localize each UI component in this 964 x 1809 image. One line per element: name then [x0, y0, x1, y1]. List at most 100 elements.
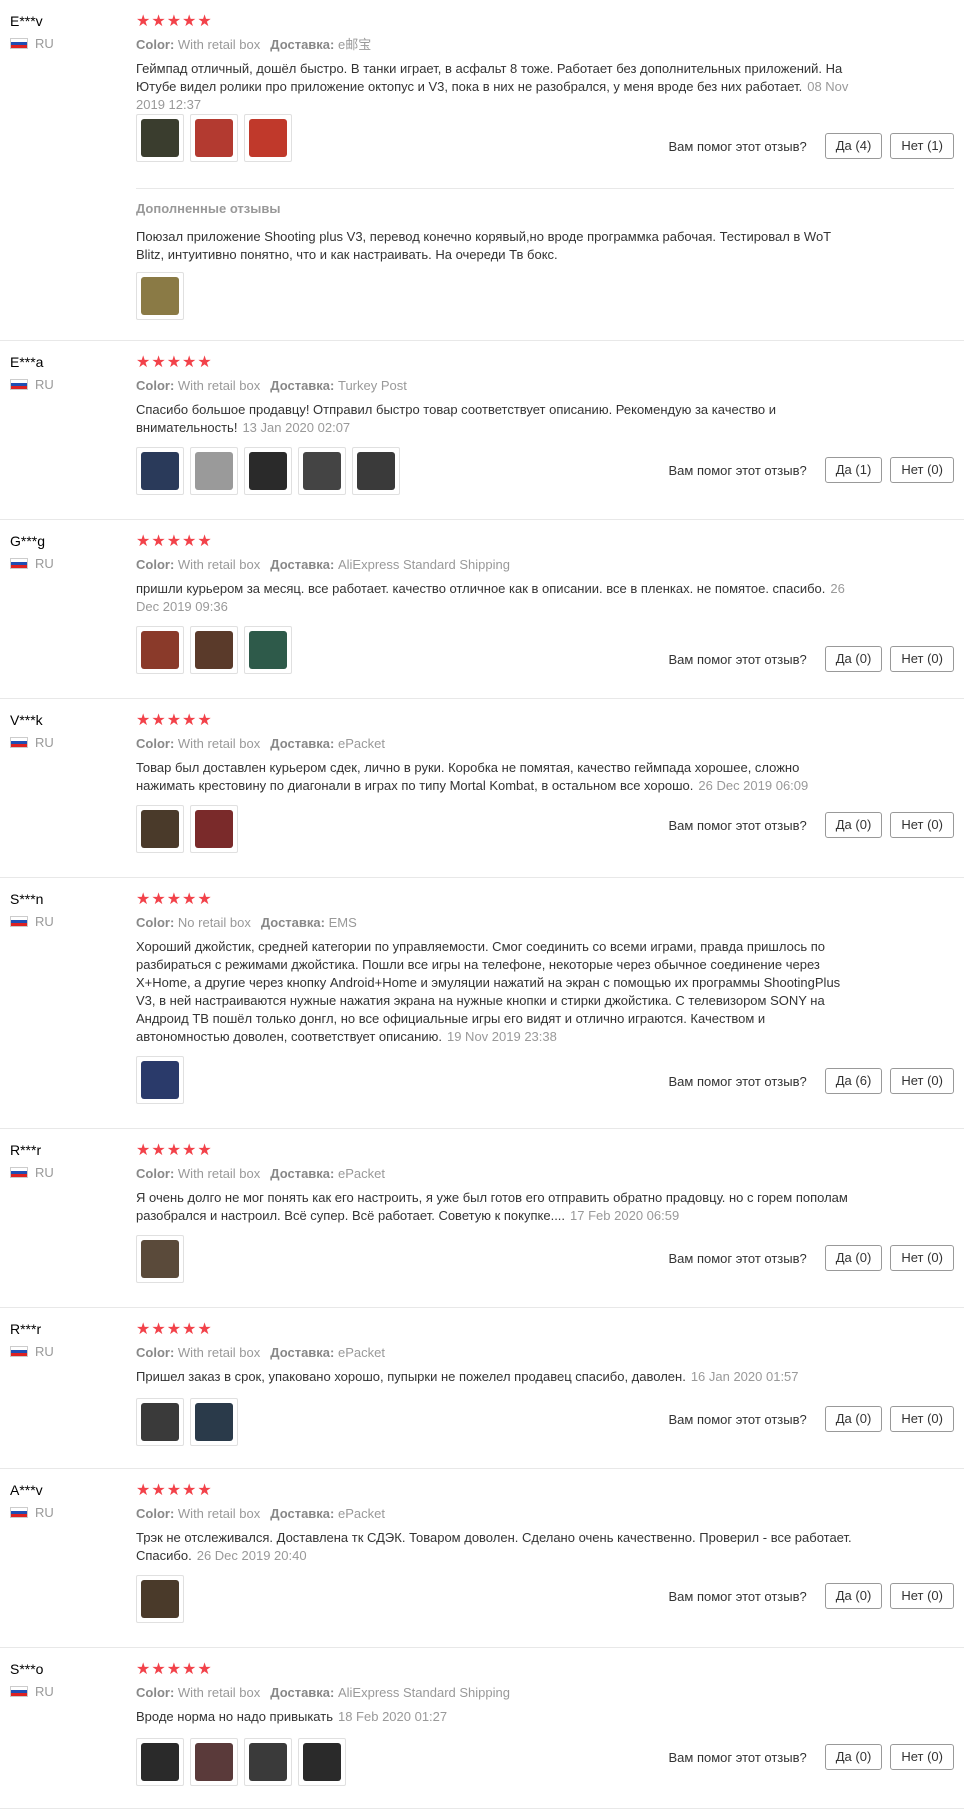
shipping-value: EMS: [328, 915, 357, 930]
country: RU: [10, 556, 54, 571]
review-text: Вроде норма но надо привыкать 18 Feb 2020…: [136, 1708, 856, 1726]
review-photo-thumbnail[interactable]: [244, 114, 292, 162]
helpful-yes-button[interactable]: Да (4): [824, 133, 883, 159]
review-meta: Color: With retail box Доставка: AliExpre…: [136, 556, 954, 574]
helpful-no-button[interactable]: Нет (0): [890, 1068, 954, 1094]
review-photo-thumbnail[interactable]: [190, 447, 238, 495]
no-label: Нет: [901, 651, 924, 666]
yes-count: 0: [859, 1250, 867, 1265]
helpful-no-button[interactable]: Нет (0): [890, 812, 954, 838]
review-photo-thumbnail[interactable]: [136, 1575, 184, 1623]
username[interactable]: R***r: [10, 1320, 54, 1338]
username[interactable]: E***v: [10, 12, 54, 30]
photo-image: [303, 452, 341, 490]
color-label: Color:: [136, 37, 175, 52]
yes-count: 0: [859, 1588, 867, 1603]
review-photo-thumbnail[interactable]: [136, 1738, 184, 1786]
review-date: 17 Feb 2020 06:59: [570, 1208, 680, 1223]
yes-count: 0: [859, 1411, 867, 1426]
helpful-no-button[interactable]: Нет (0): [890, 1583, 954, 1609]
helpful-question: Вам помог этот отзыв?: [668, 817, 807, 833]
username[interactable]: S***o: [10, 1660, 54, 1678]
helpful-no-button[interactable]: Нет (1): [890, 133, 954, 159]
helpful-yes-button[interactable]: Да (0): [824, 812, 883, 838]
star-icon: ★: [151, 1142, 167, 1159]
review-photo-thumbnail[interactable]: [190, 626, 238, 674]
review-photo-thumbnail[interactable]: [190, 1398, 238, 1446]
review-photo-thumbnail[interactable]: [136, 805, 184, 853]
photo-image: [141, 810, 179, 848]
star-rating: ★★★★★: [136, 532, 954, 552]
country: RU: [10, 735, 54, 750]
helpful-yes-button[interactable]: Да (0): [824, 1583, 883, 1609]
review-item: R***r RU ★★★★★ Color: With retail box Достав…: [0, 1308, 964, 1469]
photo-image: [141, 1580, 179, 1618]
no-label: Нет: [901, 1588, 924, 1603]
photo-image: [249, 119, 287, 157]
additional-review-photos: [136, 272, 184, 320]
helpful-yes-button[interactable]: Да (0): [824, 646, 883, 672]
helpful-yes-button[interactable]: Да (1): [824, 457, 883, 483]
helpful-yes-button[interactable]: Да (0): [824, 1744, 883, 1770]
review-photo-thumbnail[interactable]: [244, 1738, 292, 1786]
russia-flag-icon: [10, 737, 28, 748]
review-user: V***k RU: [10, 711, 54, 750]
helpful-no-button[interactable]: Нет (0): [890, 457, 954, 483]
no-label: Нет: [901, 1411, 924, 1426]
star-icon: ★: [197, 1142, 213, 1159]
helpful-no-button[interactable]: Нет (0): [890, 1406, 954, 1432]
country-code: RU: [35, 1344, 54, 1359]
review-photo-thumbnail[interactable]: [352, 447, 400, 495]
review-date: 26 Dec 2019 20:40: [196, 1548, 307, 1563]
review-photo-thumbnail[interactable]: [136, 1056, 184, 1104]
review-photo-thumbnail[interactable]: [136, 114, 184, 162]
review-photo-thumbnail[interactable]: [136, 626, 184, 674]
no-count: 0: [931, 1411, 939, 1426]
no-label: Нет: [901, 138, 924, 153]
review-photo-thumbnail[interactable]: [136, 272, 184, 320]
star-icon: ★: [197, 712, 213, 729]
helpful-no-button[interactable]: Нет (0): [890, 1245, 954, 1271]
yes-label: Да: [835, 1411, 852, 1426]
photo-image: [195, 1743, 233, 1781]
review-photo-thumbnail[interactable]: [244, 447, 292, 495]
helpful-yes-button[interactable]: Да (0): [824, 1406, 883, 1432]
review-photo-thumbnail[interactable]: [136, 1235, 184, 1283]
photo-image: [141, 1403, 179, 1441]
username[interactable]: A***v: [10, 1481, 54, 1499]
helpful-no-button[interactable]: Нет (0): [890, 1744, 954, 1770]
review-photo-thumbnail[interactable]: [298, 447, 346, 495]
username[interactable]: G***g: [10, 532, 54, 550]
review-text-content: Спасибо большое продавцу! Отправил быстр…: [136, 402, 777, 435]
review-photos: [136, 1398, 238, 1446]
no-count: 0: [931, 1250, 939, 1265]
username[interactable]: V***k: [10, 711, 54, 729]
review-photo-thumbnail[interactable]: [136, 447, 184, 495]
review-photo-thumbnail[interactable]: [298, 1738, 346, 1786]
helpful-yes-button[interactable]: Да (6): [824, 1068, 883, 1094]
review-photo-thumbnail[interactable]: [190, 805, 238, 853]
username[interactable]: E***a: [10, 353, 54, 371]
helpful-no-button[interactable]: Нет (0): [890, 646, 954, 672]
username[interactable]: S***n: [10, 890, 54, 908]
review-photo-thumbnail[interactable]: [190, 1738, 238, 1786]
star-icon: ★: [136, 712, 152, 729]
review-body: ★★★★★ Color: With retail box Доставка: ePa…: [136, 1481, 954, 1565]
review-user: A***v RU: [10, 1481, 54, 1520]
review-date: 16 Jan 2020 01:57: [690, 1369, 799, 1384]
photo-image: [195, 1403, 233, 1441]
color-label: Color:: [136, 1506, 175, 1521]
photo-image: [141, 1743, 179, 1781]
review-photo-thumbnail[interactable]: [190, 114, 238, 162]
helpful-question: Вам помог этот отзыв?: [668, 138, 807, 154]
review-photo-thumbnail[interactable]: [136, 1398, 184, 1446]
review-photo-thumbnail[interactable]: [244, 626, 292, 674]
review-text: Товар был доставлен курьером сдек, лично…: [136, 759, 856, 795]
helpful-yes-button[interactable]: Да (0): [824, 1245, 883, 1271]
star-icon: ★: [166, 354, 183, 371]
username[interactable]: R***r: [10, 1141, 54, 1159]
color-value: With retail box: [177, 557, 261, 572]
shipping-label: Доставка:: [270, 1685, 335, 1700]
review-photos: [136, 805, 238, 853]
color-value: No retail box: [177, 915, 251, 930]
